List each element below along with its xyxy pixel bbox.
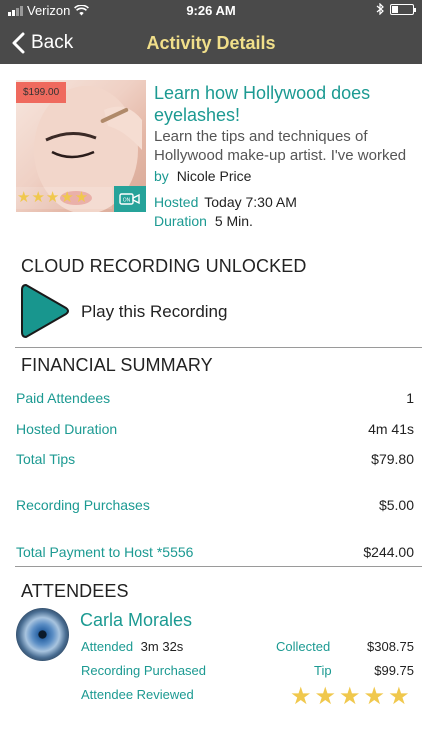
attended-row: Attended 3m 32s — [81, 639, 183, 654]
financial-label: Recording Purchases — [16, 497, 150, 513]
avatar[interactable] — [16, 608, 69, 661]
play-button[interactable] — [21, 283, 71, 339]
status-bar: Verizon 9:26 AM — [0, 0, 422, 20]
price-badge: $199.00 — [16, 82, 67, 103]
tip-label: Tip — [314, 663, 332, 678]
hosted-label: Hosted — [154, 194, 199, 210]
financial-row: Paid Attendees 1 — [16, 390, 414, 406]
financial-label: Paid Attendees — [16, 390, 111, 406]
play-recording-label[interactable]: Play this Recording — [81, 302, 227, 322]
play-icon — [21, 284, 69, 338]
attended-value: 3m 32s — [140, 639, 184, 654]
page-title: Activity Details — [146, 33, 276, 53]
review-stars: ★★★★★ — [290, 683, 413, 710]
duration-label: Duration — [154, 213, 207, 229]
activity-title: Learn how Hollywood does eyelashes! — [154, 83, 371, 125]
duration-row: Duration 5 Min. — [154, 213, 253, 229]
svg-text:ON: ON — [123, 198, 131, 204]
bluetooth-icon — [376, 3, 384, 15]
host-row: by Nicole Price — [154, 168, 251, 184]
financial-row: Total Tips $79.80 — [16, 451, 414, 467]
hosted-value: Today 7:30 AM — [204, 194, 297, 210]
financial-label: Total Payment to Host *5556 — [16, 544, 194, 560]
video-icon: ON — [114, 186, 146, 212]
hosted-row: Hosted Today 7:30 AM — [154, 194, 297, 210]
financial-heading: FINANCIAL SUMMARY — [21, 355, 213, 375]
financial-label: Total Tips — [16, 451, 76, 467]
by-label: by — [154, 168, 169, 184]
tip-value: $99.75 — [374, 663, 414, 678]
reviewed-label: Attendee Reviewed — [81, 687, 194, 702]
activity-description: Learn the tips and techniques of Hollywo… — [154, 128, 407, 164]
attended-label: Attended — [81, 639, 134, 654]
status-right — [376, 3, 416, 15]
activity-thumbnail[interactable]: $199.00 ★★★★★ ON — [16, 80, 146, 212]
duration-value: 5 Min. — [214, 213, 253, 229]
financial-value: $5.00 — [378, 497, 414, 513]
collected-value: $308.75 — [367, 639, 414, 654]
recording-purchased-label: Recording Purchased — [81, 663, 207, 678]
divider — [15, 347, 422, 348]
financial-row: Recording Purchases $5.00 — [16, 497, 414, 513]
financial-value: $79.80 — [371, 451, 414, 467]
host-name[interactable]: Nicole Price — [177, 168, 252, 184]
divider — [15, 566, 422, 567]
financial-value: 1 — [406, 390, 414, 406]
clock: 9:26 AM — [186, 3, 236, 18]
financial-value: 4m 41s — [368, 421, 414, 437]
financial-row: Total Payment to Host *5556 $244.00 — [16, 544, 414, 560]
attendee-name[interactable]: Carla Morales — [80, 610, 192, 631]
collected-label: Collected — [276, 639, 331, 654]
financial-label: Hosted Duration — [16, 421, 118, 437]
recording-heading: CLOUD RECORDING UNLOCKED — [21, 256, 307, 276]
financial-value: $244.00 — [363, 544, 414, 560]
financial-row: Hosted Duration 4m 41s — [16, 421, 414, 437]
attendees-heading: ATTENDEES — [21, 581, 129, 601]
rating-stars: ★★★★★ — [16, 187, 112, 209]
battery-icon — [390, 3, 416, 15]
